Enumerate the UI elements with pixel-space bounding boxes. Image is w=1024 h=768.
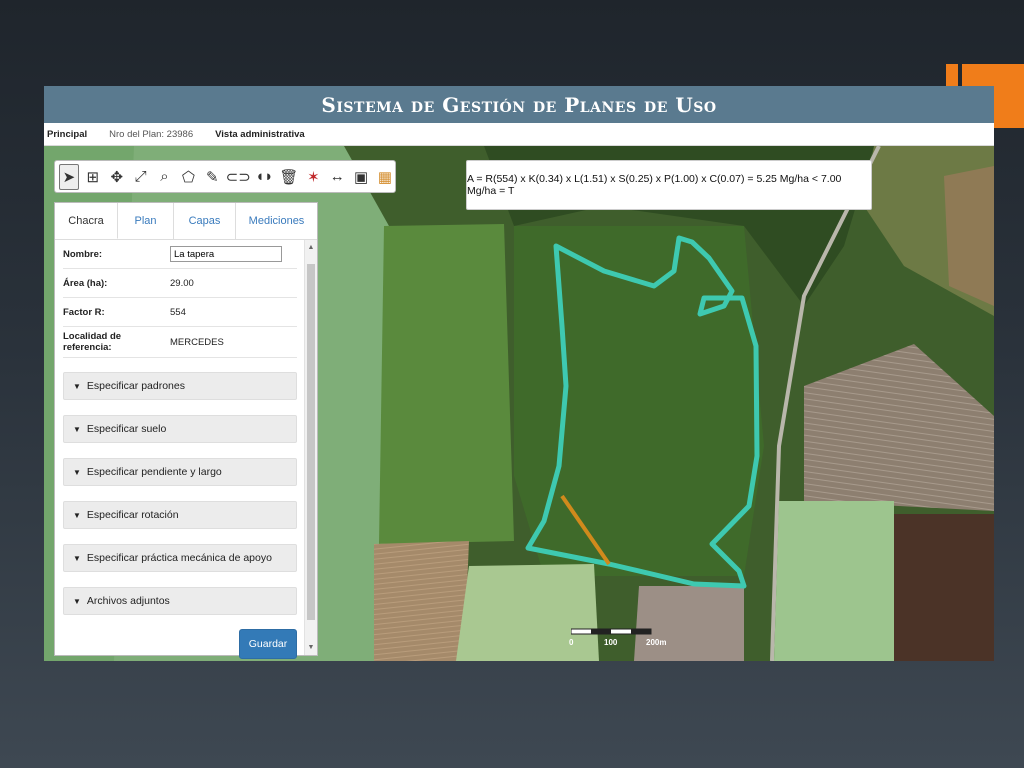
- chevron-down-icon: ▼: [73, 424, 81, 434]
- field-area: Área (ha): 29.00: [63, 269, 297, 298]
- slide-decoration-left: [946, 64, 958, 88]
- app-window: Sistema de Gestión de Planes de Uso Prin…: [44, 86, 994, 661]
- section-label: Especificar pendiente y largo: [86, 466, 222, 478]
- ruler-icon[interactable]: ↔: [327, 164, 347, 190]
- menu-bar: Principal Nro del Plan: 23986 Vista admi…: [44, 123, 994, 146]
- zoom-icon[interactable]: ⊞: [83, 164, 103, 190]
- edit-icon[interactable]: ✎: [202, 164, 222, 190]
- scroll-thumb[interactable]: [307, 264, 315, 620]
- section-label: Especificar padrones: [86, 380, 185, 392]
- factor-r-label: Factor R:: [63, 306, 105, 318]
- map-toolbar: ➤ ⊞ ✥ ⤢ ⌕ ⬠ ✎ ⊂⊃ ◖◗ 🗑 ✶ ↔ ▣ ▦: [54, 160, 396, 193]
- factor-r-value: 554: [170, 306, 186, 318]
- field-localidad: Localidad de referencia: MERCEDES: [63, 327, 297, 358]
- collapse-icon[interactable]: ✥: [107, 164, 127, 190]
- scale-mid: 100: [604, 638, 618, 647]
- app-title: Sistema de Gestión de Planes de Uso: [44, 86, 994, 123]
- measure-icon[interactable]: ✶: [303, 164, 323, 190]
- plan-number: Nro del Plan: 23986: [109, 128, 194, 140]
- expand-icon[interactable]: ⤢: [131, 164, 151, 190]
- field-nombre: Nombre:: [63, 240, 297, 269]
- erosion-formula-box: A = R(554) x K(0.34) x L(1.51) x S(0.25)…: [466, 160, 872, 210]
- chevron-down-icon: ▼: [73, 510, 81, 520]
- erosion-formula: A = R(554) x K(0.34) x L(1.51) x S(0.25)…: [467, 173, 842, 197]
- chevron-down-icon: ▼: [73, 596, 81, 606]
- chevron-down-icon: ▼: [73, 467, 81, 477]
- polygon-icon[interactable]: ⬠: [178, 164, 198, 190]
- nombre-label: Nombre:: [63, 248, 103, 260]
- side-panel: Chacra Plan Capas Mediciones Nombre: Áre…: [54, 202, 318, 659]
- localidad-label: Localidad de referencia:: [63, 331, 122, 353]
- area-value: 29.00: [170, 277, 194, 289]
- area-label: Área (ha):: [63, 277, 108, 289]
- section-label: Especificar rotación: [86, 509, 179, 521]
- merge-icon[interactable]: ⊂⊃: [226, 164, 251, 190]
- section-label: Especificar práctica mecánica de apoyo: [86, 552, 272, 564]
- split-icon[interactable]: ◖◗: [254, 164, 274, 190]
- save-button[interactable]: Guardar: [239, 629, 297, 659]
- chevron-down-icon: ▼: [73, 381, 81, 391]
- field-factor-r: Factor R: 554: [63, 298, 297, 327]
- section-archivos[interactable]: ▼ Archivos adjuntos: [63, 587, 297, 615]
- nombre-input[interactable]: [170, 246, 282, 262]
- map-view[interactable]: ➤ ⊞ ✥ ⤢ ⌕ ⬠ ✎ ⊂⊃ ◖◗ 🗑 ✶ ↔ ▣ ▦ A = R(554)…: [44, 146, 994, 661]
- scale-end: 200m: [646, 638, 667, 647]
- panel-scrollbar[interactable]: ▲ ▼: [304, 240, 317, 655]
- section-practica[interactable]: ▼ Especificar práctica mecánica de apoyo: [63, 544, 297, 572]
- section-pendiente[interactable]: ▼ Especificar pendiente y largo: [63, 458, 297, 486]
- scroll-up-icon[interactable]: ▲: [305, 244, 317, 251]
- localidad-value: MERCEDES: [170, 336, 224, 348]
- menu-principal[interactable]: Principal: [47, 129, 87, 140]
- image-icon[interactable]: ▣: [351, 164, 371, 190]
- section-label: Especificar suelo: [86, 423, 167, 435]
- chevron-down-icon: ▼: [73, 553, 81, 563]
- location-search-icon[interactable]: ⌕: [155, 164, 175, 190]
- panel-body: Nombre: Área (ha): 29.00 Factor R: 554 L…: [55, 240, 305, 655]
- tab-chacra[interactable]: Chacra: [55, 203, 118, 239]
- scale-zero: 0: [569, 638, 574, 647]
- pointer-icon[interactable]: ➤: [59, 163, 79, 190]
- tab-mediciones[interactable]: Mediciones: [236, 203, 317, 239]
- map-scale-bar: 0 100 200m: [569, 628, 679, 656]
- section-suelo[interactable]: ▼ Especificar suelo: [63, 415, 297, 443]
- delete-icon[interactable]: 🗑: [278, 164, 299, 190]
- scroll-down-icon[interactable]: ▼: [305, 644, 317, 651]
- section-label: Archivos adjuntos: [86, 595, 170, 607]
- layers-grid-icon[interactable]: ▦: [375, 164, 395, 190]
- section-rotacion[interactable]: ▼ Especificar rotación: [63, 501, 297, 529]
- section-padrones[interactable]: ▼ Especificar padrones: [63, 372, 297, 400]
- panel-tabs: Chacra Plan Capas Mediciones: [55, 203, 317, 240]
- menu-admin-view[interactable]: Vista administrativa: [215, 129, 305, 140]
- tab-capas[interactable]: Capas: [174, 203, 236, 239]
- scale-bar-graphic: [571, 628, 652, 635]
- tab-plan[interactable]: Plan: [118, 203, 174, 239]
